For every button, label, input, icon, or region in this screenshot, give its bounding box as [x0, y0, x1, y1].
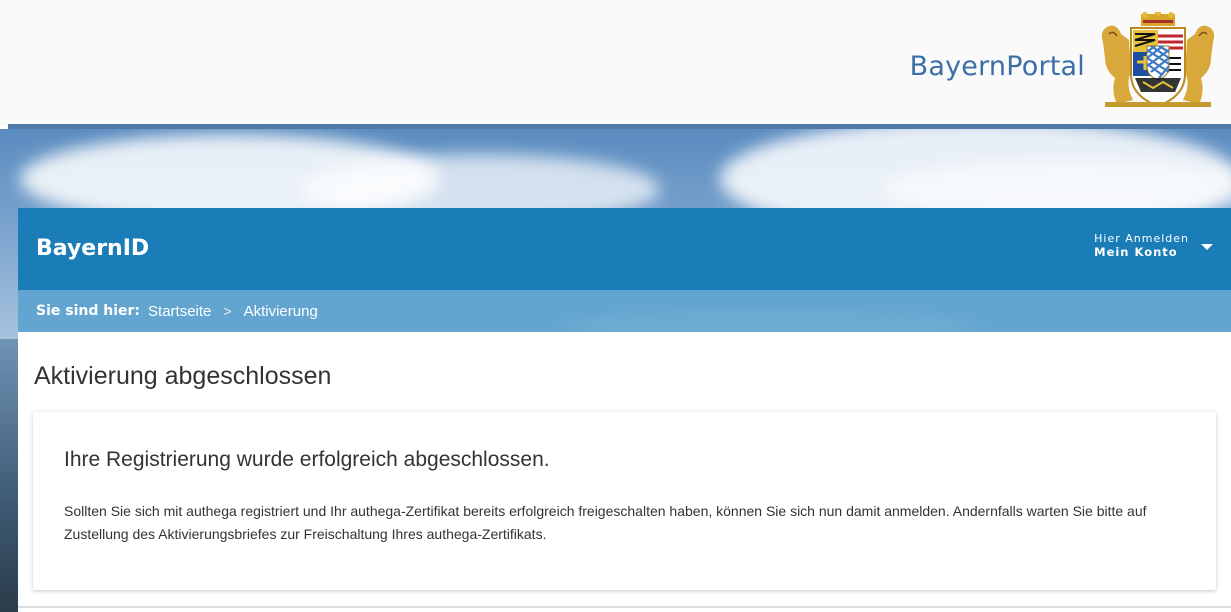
bottom-divider	[18, 606, 1231, 608]
breadcrumb-item-aktivierung: Aktivierung	[243, 302, 318, 320]
chevron-down-icon[interactable]	[1201, 243, 1213, 250]
login-texts[interactable]: Hier Anmelden Mein Konto	[1094, 232, 1189, 259]
card-text: Sollten Sie sich mit authega registriert…	[64, 503, 1147, 542]
bayernid-title[interactable]: BayernID	[36, 236, 149, 261]
login-menu[interactable]: Hier Anmelden Mein Konto	[1094, 232, 1213, 259]
my-account-link[interactable]: Mein Konto	[1094, 245, 1189, 259]
page-title: Aktivierung abgeschlossen	[34, 362, 332, 390]
bayernid-navbar: BayernID Hier Anmelden Mein Konto	[18, 208, 1231, 290]
portal-brand[interactable]: BayernPortal	[910, 12, 1221, 112]
breadcrumb-item-startseite[interactable]: Startseite	[148, 303, 211, 320]
bavarian-coat-of-arms-icon	[1101, 12, 1215, 108]
login-link[interactable]: Hier Anmelden	[1094, 232, 1189, 245]
card-heading: Ihre Registrierung wurde erfolgreich abg…	[64, 448, 550, 471]
breadcrumb-separator: >	[223, 303, 232, 319]
success-card: Ihre Registrierung wurde erfolgreich abg…	[33, 412, 1216, 590]
main-content: Aktivierung abgeschlossen Ihre Registrie…	[18, 332, 1231, 612]
portal-header: BayernPortal	[0, 0, 1231, 126]
breadcrumb-label: Sie sind hier:	[36, 303, 141, 319]
portal-title[interactable]: BayernPortal	[910, 51, 1085, 82]
breadcrumb: Sie sind hier: Startseite > Aktivierung	[18, 290, 1231, 332]
